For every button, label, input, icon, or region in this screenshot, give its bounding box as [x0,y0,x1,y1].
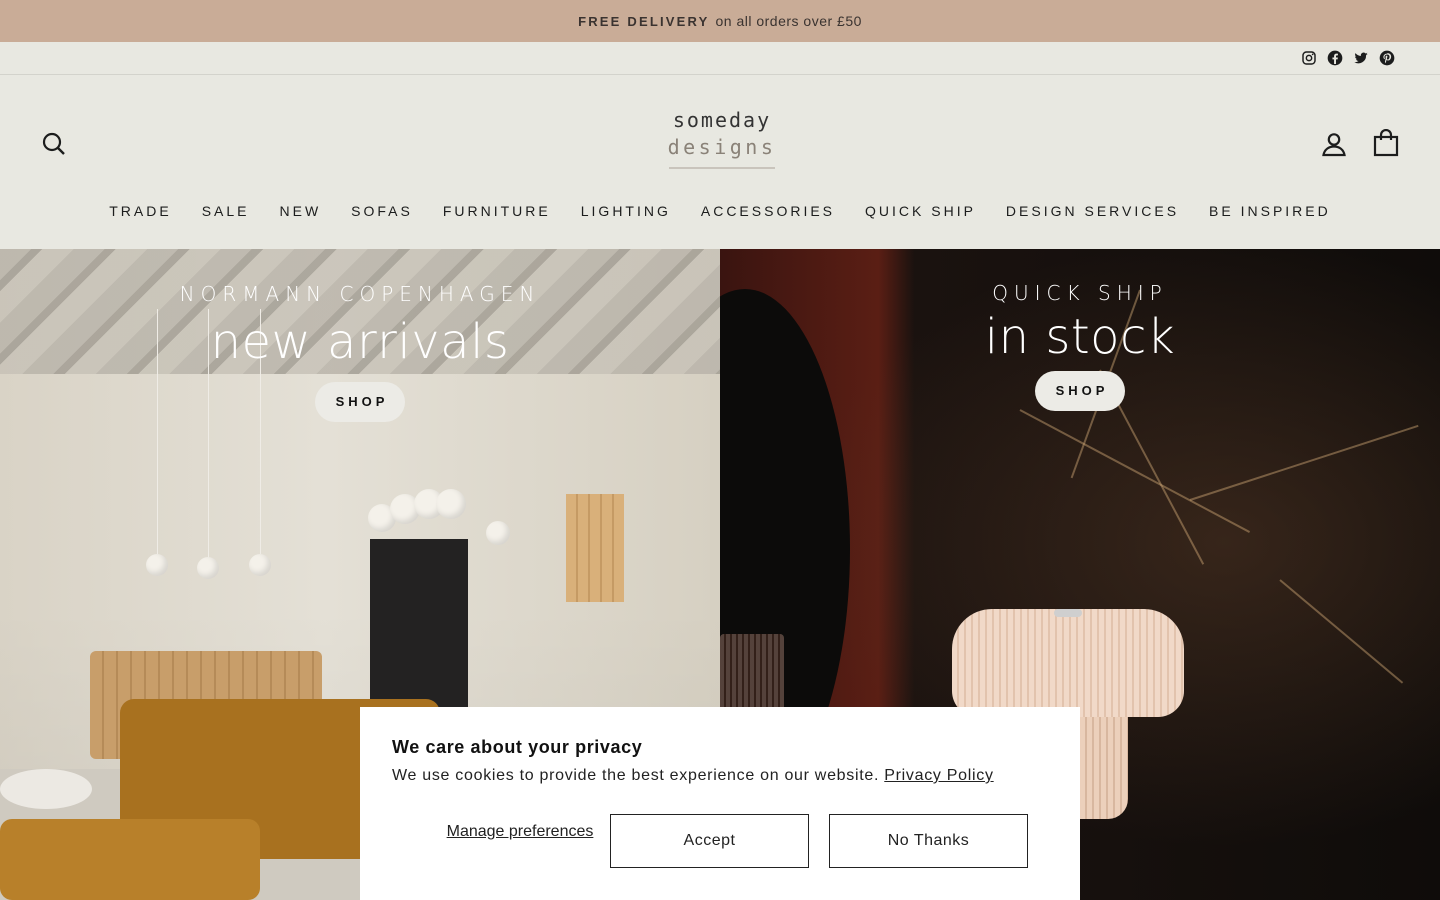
announcement-text: on all orders over £50 [715,13,862,29]
nav-item-quick-ship[interactable]: QUICK SHIP [850,201,991,221]
nav-item-be-inspired[interactable]: BE INSPIRED [1194,201,1346,221]
main-nav: TRADE SALE NEW SOFAS FURNITURE LIGHTING … [0,201,1440,221]
side-table-image [0,769,92,809]
cookie-banner: We care about your privacy We use cookie… [360,707,1080,900]
lamp-knob-image [1054,609,1082,617]
utility-bar [0,42,1440,75]
sofa-foreground-image [0,819,260,900]
cart-icon[interactable] [1373,128,1399,157]
shop-new-arrivals-button[interactable]: SHOP [315,382,405,422]
instagram-icon[interactable] [1300,49,1318,67]
pinterest-icon[interactable] [1378,49,1396,67]
logo-line-2: designs [667,135,777,159]
nav-item-sale[interactable]: SALE [187,201,265,221]
twitter-icon[interactable] [1352,49,1370,67]
cookie-message: We use cookies to provide the best exper… [392,767,880,784]
pendant-bulb [486,521,510,545]
logo-underline [669,167,775,169]
cookie-actions: Manage preferences Accept No Thanks [392,814,1048,868]
search-icon[interactable] [41,131,67,157]
pendant-bulb [146,554,168,576]
nav-item-new[interactable]: NEW [265,201,337,221]
hero-right-subtitle: QUICK SHIP [992,281,1168,305]
cookie-text: We use cookies to provide the best exper… [392,767,1048,785]
privacy-policy-link[interactable]: Privacy Policy [884,767,993,784]
shop-quick-ship-button[interactable]: SHOP [1035,371,1125,411]
hero-left-title: new arrivals [210,314,510,370]
wall-lamp-image [566,494,624,602]
hero-right-title: in stock [984,309,1176,365]
pendant-bulb [249,554,271,576]
hero-right-text: QUICK SHIP in stock SHOP [720,249,1440,411]
marble-vein [1189,424,1419,501]
marble-vein [1019,409,1251,533]
announcement-bold: FREE DELIVERY [578,13,710,29]
nav-item-furniture[interactable]: FURNITURE [428,201,566,221]
logo-line-1: someday [672,108,772,132]
accept-button[interactable]: Accept [610,814,809,868]
nav-item-trade[interactable]: TRADE [94,201,186,221]
no-thanks-button[interactable]: No Thanks [829,814,1028,868]
site-logo[interactable]: someday designs [666,107,778,179]
nav-item-design-services[interactable]: DESIGN SERVICES [991,201,1194,221]
hero-left-subtitle: NORMANN COPENHAGEN [179,282,541,306]
cookie-title: We care about your privacy [392,737,643,757]
nav-item-accessories[interactable]: ACCESSORIES [686,201,850,221]
announcement-bar: FREE DELIVERY on all orders over £50 [0,0,1440,42]
account-icon[interactable] [1321,131,1347,157]
lamp-shade-image [952,609,1184,717]
pendant-bulb [197,557,219,579]
site-header: someday designs TRADE SALE NEW SOFAS FUR… [0,75,1440,249]
hero-left-text: NORMANN COPENHAGEN new arrivals SHOP [0,249,720,422]
nav-item-lighting[interactable]: LIGHTING [566,201,686,221]
pendant-bulb [436,489,466,519]
nav-item-sofas[interactable]: SOFAS [336,201,428,221]
manage-preferences-link[interactable]: Manage preferences [440,822,600,841]
marble-vein [1279,579,1404,684]
facebook-icon[interactable] [1326,49,1344,67]
